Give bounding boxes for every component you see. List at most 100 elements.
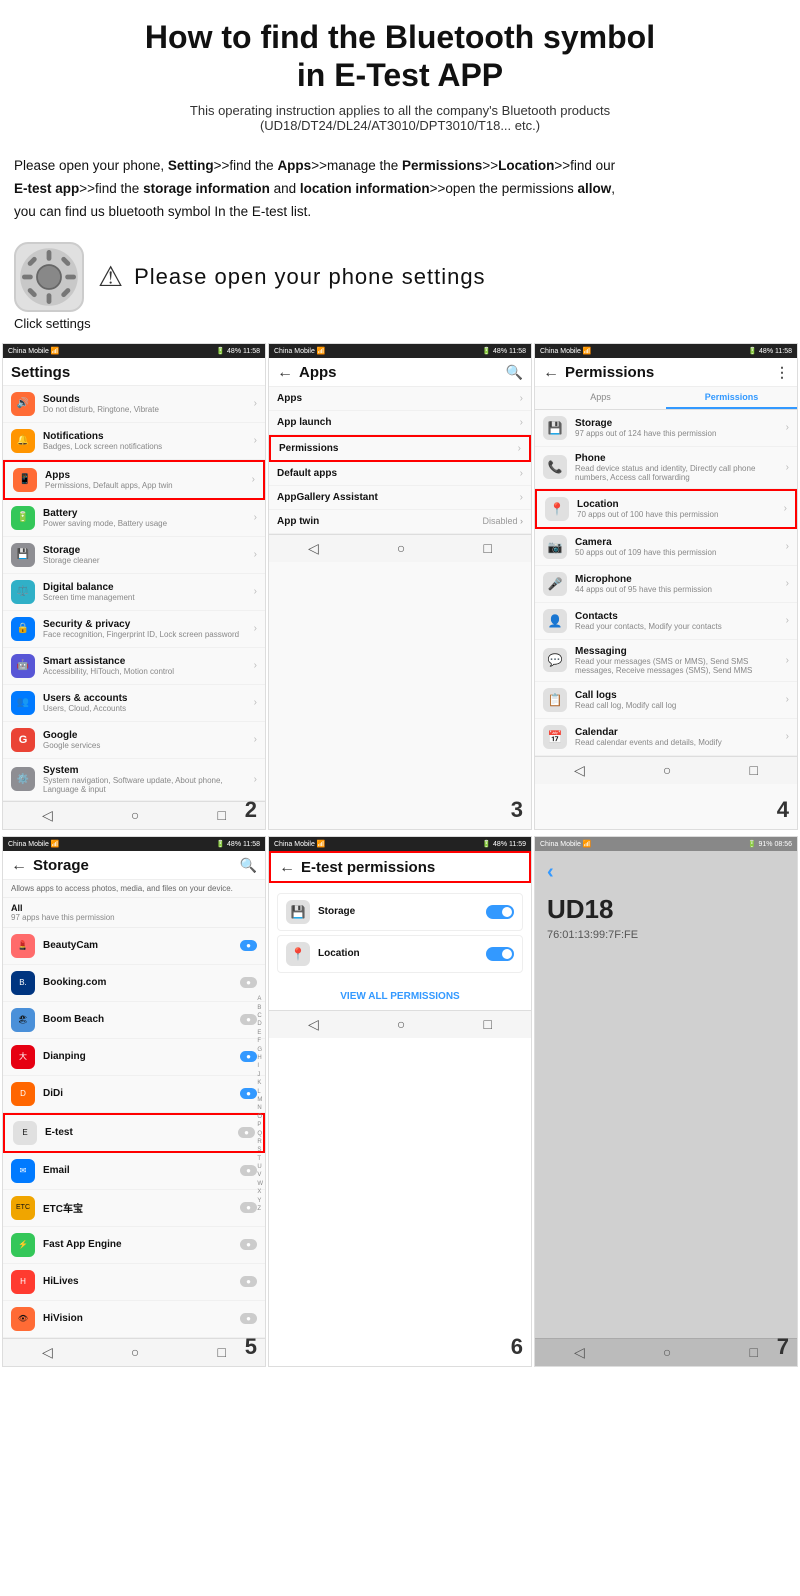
back-arrow-6[interactable]: ‹ <box>547 861 554 884</box>
perm-mic-item: 🎤 Microphone 44 apps out of 95 have this… <box>535 566 797 603</box>
search-icon-4[interactable]: 🔍 <box>240 857 257 874</box>
nav-back-2[interactable]: ◁ <box>308 540 319 557</box>
nav-back-5[interactable]: ◁ <box>308 1016 319 1033</box>
nav-square-5[interactable]: □ <box>483 1016 491 1033</box>
nav-square-2[interactable]: □ <box>483 540 491 557</box>
nav-home-2[interactable]: ○ <box>397 540 405 557</box>
etest-toggle[interactable]: ● <box>238 1127 255 1138</box>
back-arrow-4[interactable]: ← <box>11 857 27 875</box>
storage-header: ← Storage 🔍 <box>3 851 265 880</box>
tab-apps[interactable]: Apps <box>535 387 666 409</box>
back-arrow-2[interactable]: ← <box>277 364 293 382</box>
permissions-item[interactable]: Permissions › <box>269 435 531 462</box>
hivision-icon: 👁 <box>11 1307 35 1331</box>
nav-bar-3: ◁ ○ □ <box>535 756 797 784</box>
dianping-toggle[interactable]: ● <box>240 1051 257 1062</box>
location-perm-icon: 📍 <box>286 942 310 966</box>
nav-square-3[interactable]: □ <box>749 762 757 779</box>
nav-home-3[interactable]: ○ <box>663 762 671 779</box>
perm-calllogs-item: 📋 Call logs Read call log, Modify call l… <box>535 682 797 719</box>
battery-icon: 🔋 <box>11 506 35 530</box>
nav-back-1[interactable]: ◁ <box>42 807 53 824</box>
boombeach-item: 🏖 Boom Beach ● <box>3 1002 265 1039</box>
nav-bar-1: ◁ ○ □ <box>3 801 265 829</box>
didi-toggle[interactable]: ● <box>240 1088 257 1099</box>
etest-item[interactable]: E E-test ● <box>3 1113 265 1153</box>
storage-title: Storage <box>33 857 89 874</box>
hivision-toggle[interactable]: ● <box>240 1313 257 1324</box>
users-icon: 👥 <box>11 691 35 715</box>
more-icon-3[interactable]: ⋮ <box>775 364 789 381</box>
screenshots-grid-row2: China Mobile 📶🔋 48% 11:58 ← Storage 🔍 Al… <box>0 834 800 1369</box>
nav-square-6[interactable]: □ <box>749 1344 757 1361</box>
all-apps-section: All 97 apps have this permission <box>3 898 265 928</box>
screen-apps: China Mobile 📶🔋 48% 11:58 ← Apps 🔍 Apps … <box>268 343 532 830</box>
search-icon-2[interactable]: 🔍 <box>506 364 523 381</box>
perm-location-item[interactable]: 📍 Location 70 apps out of 100 have this … <box>535 489 797 529</box>
location-perm-toggle[interactable] <box>486 947 514 961</box>
smart-assistance-icon: 🤖 <box>11 654 35 678</box>
smart-assistance-text: Smart assistance Accessibility, HiTouch,… <box>43 656 246 676</box>
back-arrow-3[interactable]: ← <box>543 364 559 382</box>
security-item: 🔒 Security & privacy Face recognition, F… <box>3 611 265 648</box>
boombeach-toggle[interactable]: ● <box>240 1014 257 1025</box>
nav-back-4[interactable]: ◁ <box>42 1344 53 1361</box>
back-arrow-5[interactable]: ← <box>279 859 295 877</box>
perm-storage-icon: 💾 <box>543 416 567 440</box>
fastapp-item: ⚡ Fast App Engine ● <box>3 1227 265 1264</box>
nav-square-4[interactable]: □ <box>217 1344 225 1361</box>
perm-camera-icon: 📷 <box>543 535 567 559</box>
booking-toggle[interactable]: ● <box>240 977 257 988</box>
nav-back-3[interactable]: ◁ <box>574 762 585 779</box>
etcbao-item: ETC ETC车宝 ● <box>3 1190 265 1227</box>
apps-item[interactable]: 📱 Apps Permissions, Default apps, App tw… <box>3 460 265 500</box>
nav-home-6[interactable]: ○ <box>663 1344 671 1361</box>
digital-balance-icon: ⚖️ <box>11 580 35 604</box>
nav-home-4[interactable]: ○ <box>131 1344 139 1361</box>
nav-home-1[interactable]: ○ <box>131 807 139 824</box>
security-icon: 🔒 <box>11 617 35 641</box>
boombeach-icon: 🏖 <box>11 1008 35 1032</box>
battery-text: Battery Power saving mode, Battery usage <box>43 508 246 528</box>
beautycam-toggle[interactable]: ● <box>240 940 257 951</box>
perm-calendar-icon: 📅 <box>543 725 567 749</box>
screen-permissions: China Mobile 📶🔋 48% 11:58 ← Permissions … <box>534 343 798 830</box>
system-icon: ⚙️ <box>11 767 35 791</box>
settings-title: Settings <box>11 364 70 381</box>
perm-messaging-icon: 💬 <box>543 648 567 672</box>
storage-description: Allows apps to access photos, media, and… <box>3 880 265 898</box>
status-bar-2: China Mobile 📶🔋 48% 11:58 <box>269 344 531 358</box>
storage-settings-item: 💾 Storage Storage cleaner › <box>3 537 265 574</box>
perm-phone-icon: 📞 <box>543 455 567 479</box>
etest-icon: E <box>13 1121 37 1145</box>
apps-list: Apps › App launch › Permissions › Defaul… <box>269 387 531 534</box>
location-perm-item: 📍 Location <box>277 935 523 973</box>
step-intro-text: ⚠ Please open your phone settings <box>98 260 486 293</box>
instructions: Please open your phone, Setting>>find th… <box>0 143 800 232</box>
screen-number-6: 6 <box>511 1334 523 1360</box>
digital-balance-item: ⚖️ Digital balance Screen time managemen… <box>3 574 265 611</box>
perm-mic-icon: 🎤 <box>543 572 567 596</box>
etcbao-icon: ETC <box>11 1196 35 1220</box>
perm-contacts-icon: 👤 <box>543 609 567 633</box>
battery-item: 🔋 Battery Power saving mode, Battery usa… <box>3 500 265 537</box>
users-item: 👥 Users & accounts Users, Cloud, Account… <box>3 685 265 722</box>
tab-permissions[interactable]: Permissions <box>666 387 797 409</box>
google-item: G Google Google services › <box>3 722 265 759</box>
screen-etest-permissions: China Mobile 📶🔋 48% 11:59 ← E-test permi… <box>268 836 532 1367</box>
ud18-content: ‹ UD18 76:01:13:99:7F:FE <box>535 851 797 1338</box>
nav-home-5[interactable]: ○ <box>397 1016 405 1033</box>
etcbao-toggle[interactable]: ● <box>240 1202 257 1213</box>
hilives-toggle[interactable]: ● <box>240 1276 257 1287</box>
fastapp-toggle[interactable]: ● <box>240 1239 257 1250</box>
storage-perm-toggle[interactable] <box>486 905 514 919</box>
view-all-permissions[interactable]: VIEW ALL PERMISSIONS <box>269 983 531 1010</box>
nav-back-6[interactable]: ◁ <box>574 1344 585 1361</box>
nav-square-1[interactable]: □ <box>217 807 225 824</box>
app-launch-item: App launch › <box>269 411 531 435</box>
permissions-tabs: Apps Permissions <box>535 387 797 410</box>
storage-perm-item: 💾 Storage <box>277 893 523 931</box>
permissions-title: Permissions <box>565 364 654 381</box>
screen-ud18: China Mobile 📶🔋 91% 08:56 ‹ UD18 76:01:1… <box>534 836 798 1367</box>
email-toggle[interactable]: ● <box>240 1165 257 1176</box>
